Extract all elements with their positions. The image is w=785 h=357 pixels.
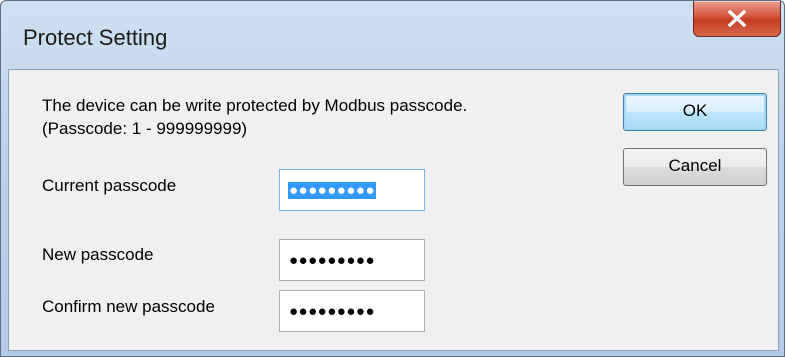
window-title: Protect Setting <box>23 25 168 50</box>
close-icon <box>727 10 747 27</box>
current-passcode-field[interactable]: ●●●●●●●●● <box>279 169 425 211</box>
ok-button[interactable]: OK <box>623 93 767 131</box>
confirm-passcode-label: Confirm new passcode <box>42 297 215 316</box>
title-bar[interactable]: Protect Setting <box>1 1 784 69</box>
current-passcode-label: Current passcode <box>42 176 177 195</box>
new-passcode-field[interactable]: ●●●●●●●●● <box>279 239 425 281</box>
description-line-2: (Passcode: 1 - 999999999) <box>42 119 248 138</box>
cancel-button[interactable]: Cancel <box>623 148 767 186</box>
close-button[interactable] <box>693 1 781 37</box>
description-line-1: The device can be write protected by Mod… <box>42 96 468 115</box>
new-passcode-label: New passcode <box>42 245 154 264</box>
current-passcode-value: ●●●●●●●●● <box>288 182 377 199</box>
protect-setting-dialog: Protect Setting The device can be write … <box>0 0 785 357</box>
confirm-passcode-value: ●●●●●●●●● <box>289 303 376 320</box>
dialog-body: The device can be write protected by Mod… <box>8 69 779 351</box>
new-passcode-value: ●●●●●●●●● <box>289 252 376 269</box>
confirm-passcode-field[interactable]: ●●●●●●●●● <box>279 290 425 332</box>
description: The device can be write protected by Mod… <box>42 94 467 140</box>
